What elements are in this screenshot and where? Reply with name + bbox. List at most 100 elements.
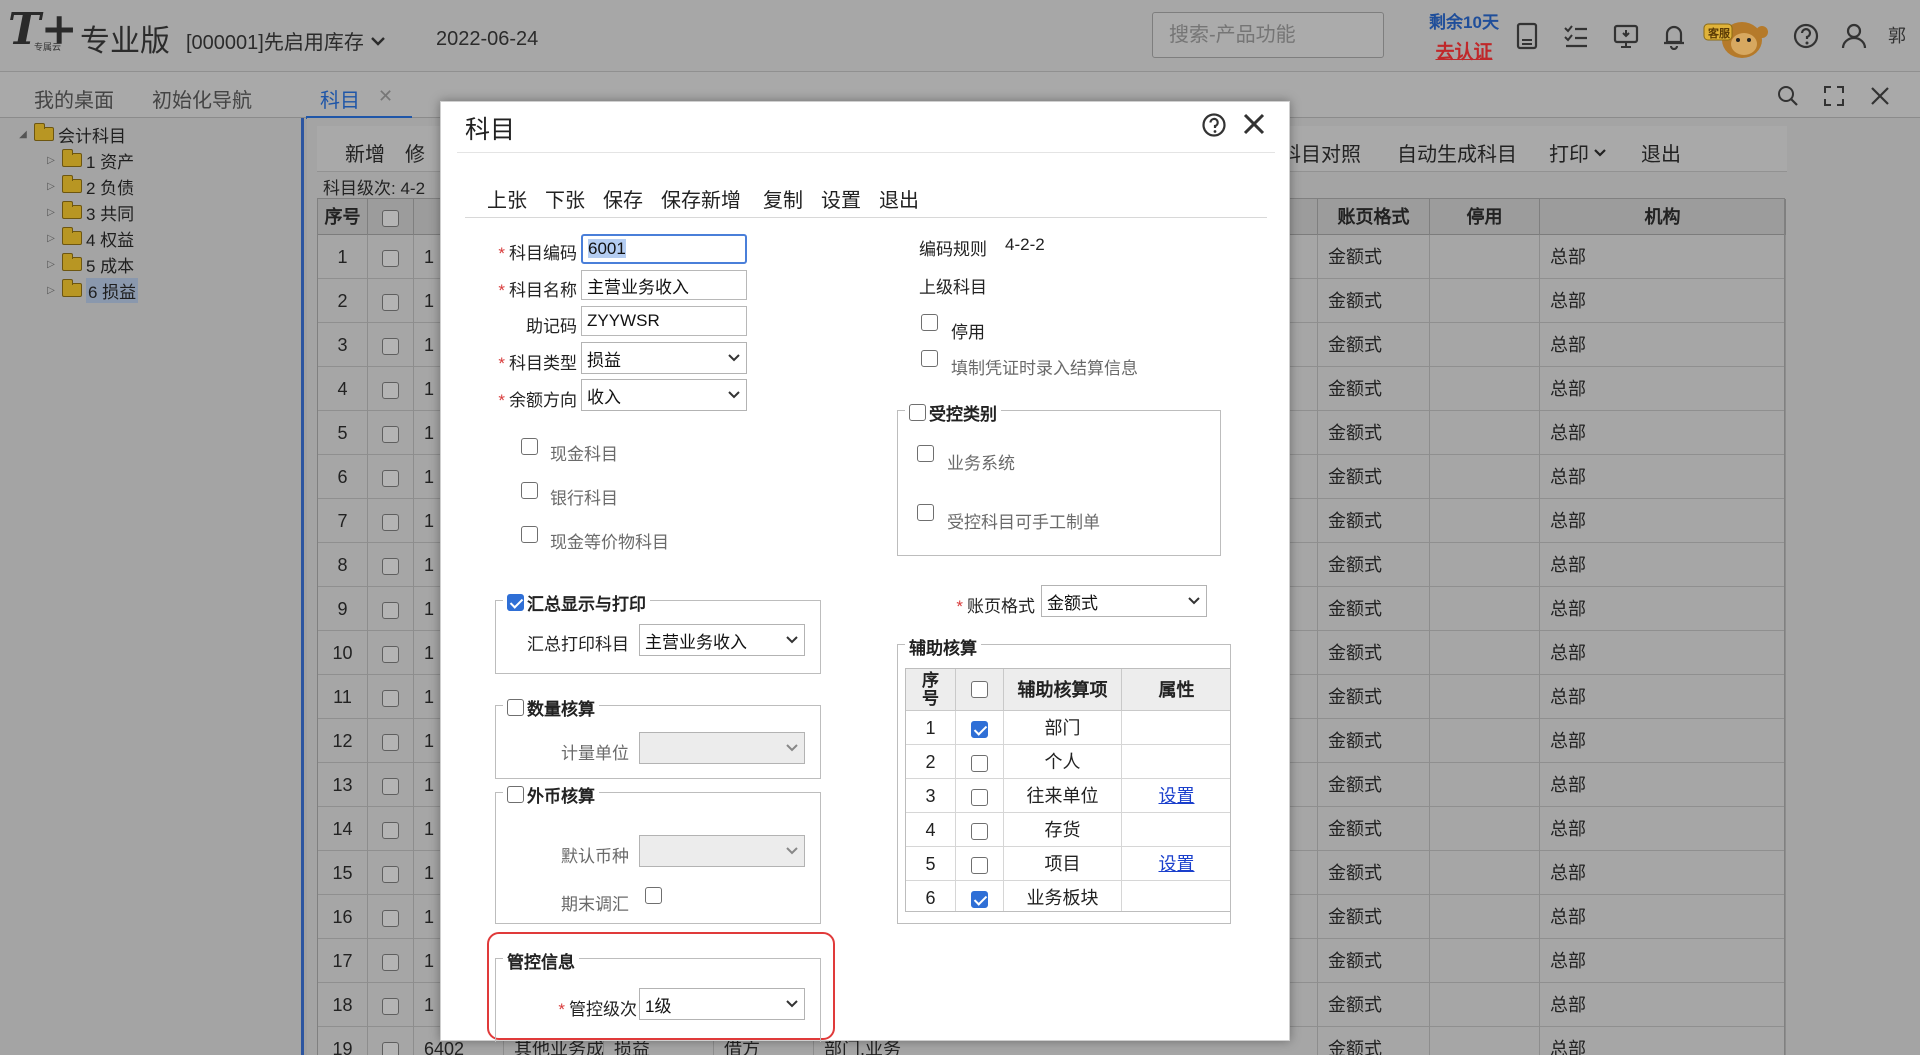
help-icon[interactable] bbox=[1201, 112, 1227, 138]
account-selector[interactable]: [000001]先启用库存 bbox=[186, 26, 386, 55]
aux-select-all-checkbox[interactable] bbox=[971, 681, 988, 698]
collapse-triangle-icon[interactable]: ▷ bbox=[44, 155, 58, 166]
settings-button[interactable]: 设置 bbox=[821, 184, 861, 213]
balance-select[interactable]: 收入 bbox=[581, 379, 747, 411]
currency-select[interactable] bbox=[639, 835, 805, 867]
row-select-checkbox[interactable] bbox=[382, 733, 399, 751]
save-button[interactable]: 保存 bbox=[603, 184, 643, 213]
auto-generate-button[interactable]: 自动生成科目 bbox=[1397, 138, 1517, 167]
row-select-checkbox[interactable] bbox=[382, 557, 399, 575]
name-input[interactable] bbox=[581, 270, 747, 300]
row-select-checkbox[interactable] bbox=[382, 1041, 399, 1055]
tree-item[interactable]: ▷ 1 资产 bbox=[44, 148, 134, 172]
mnemonic-input[interactable] bbox=[581, 306, 747, 336]
aux-item-checkbox[interactable] bbox=[971, 754, 988, 772]
add-button[interactable]: 新增 bbox=[345, 138, 385, 167]
bank-account-checkbox[interactable] bbox=[521, 482, 538, 499]
col-header-ledger-format[interactable]: 账页格式 bbox=[1318, 199, 1430, 235]
aux-row-check[interactable] bbox=[956, 745, 1004, 779]
summary-print-select[interactable]: 主营业务收入 bbox=[639, 624, 805, 656]
save-new-button[interactable]: 保存新增 bbox=[661, 184, 741, 213]
aux-item-checkbox[interactable] bbox=[971, 720, 988, 738]
foreign-checkbox[interactable] bbox=[507, 786, 524, 803]
collapse-triangle-icon[interactable]: ▷ bbox=[44, 207, 58, 218]
tab-init-nav[interactable]: 初始化导航 bbox=[152, 84, 252, 113]
row-select-checkbox[interactable] bbox=[382, 381, 399, 399]
exit-button[interactable]: 退出 bbox=[1641, 138, 1681, 167]
row-select-checkbox[interactable] bbox=[382, 337, 399, 355]
ledger-format-select[interactable]: 金额式 bbox=[1041, 585, 1207, 617]
close-icon[interactable] bbox=[1241, 111, 1267, 137]
disable-checkbox[interactable] bbox=[921, 314, 938, 331]
certify-link[interactable]: 去认证 bbox=[1424, 37, 1504, 64]
aux-row-attr[interactable]: 设置 bbox=[1122, 779, 1230, 813]
collapse-triangle-icon[interactable]: ▷ bbox=[44, 233, 58, 244]
row-select-checkbox[interactable] bbox=[382, 469, 399, 487]
col-header-no[interactable]: 序号 bbox=[318, 199, 368, 235]
control-level-select[interactable]: 1级 bbox=[639, 988, 805, 1020]
row-select-checkbox[interactable] bbox=[382, 645, 399, 663]
aux-item-checkbox[interactable] bbox=[971, 890, 988, 908]
aux-item-checkbox[interactable] bbox=[971, 822, 988, 840]
account-mapping-button[interactable]: 科目对照 bbox=[1281, 138, 1361, 167]
aux-settings-link[interactable]: 设置 bbox=[1159, 786, 1195, 806]
cash-account-checkbox[interactable] bbox=[521, 438, 538, 455]
cash-equivalent-checkbox[interactable] bbox=[521, 526, 538, 543]
row-select-checkbox[interactable] bbox=[382, 689, 399, 707]
summary-checkbox[interactable] bbox=[507, 594, 524, 611]
row-select-checkbox[interactable] bbox=[382, 997, 399, 1015]
fullscreen-icon[interactable] bbox=[1822, 84, 1846, 108]
exit-button[interactable]: 退出 bbox=[879, 184, 919, 213]
manual-voucher-checkbox[interactable] bbox=[917, 504, 934, 521]
quantity-checkbox[interactable] bbox=[507, 699, 524, 716]
search-icon[interactable] bbox=[1776, 84, 1800, 108]
tree-item[interactable]: ▷ 4 权益 bbox=[44, 226, 134, 250]
tree-root[interactable]: ◢ 会计科目 bbox=[16, 122, 126, 146]
row-select-checkbox[interactable] bbox=[382, 425, 399, 443]
tree-item[interactable]: ▷ 2 负债 bbox=[44, 174, 134, 198]
checklist-icon[interactable] bbox=[1562, 22, 1590, 50]
customer-service-mascot[interactable]: 客服 bbox=[1702, 10, 1774, 62]
row-select-checkbox[interactable] bbox=[382, 953, 399, 971]
aux-row[interactable]: 2 个人 bbox=[906, 745, 1230, 779]
monitor-icon[interactable] bbox=[1612, 22, 1640, 50]
row-select-checkbox[interactable] bbox=[382, 821, 399, 839]
aux-item-checkbox[interactable] bbox=[971, 788, 988, 806]
aux-row-check[interactable] bbox=[956, 847, 1004, 881]
row-select-checkbox[interactable] bbox=[382, 249, 399, 267]
tab-close-icon[interactable]: ✕ bbox=[378, 86, 393, 107]
row-select-checkbox[interactable] bbox=[382, 777, 399, 795]
settle-info-checkbox[interactable] bbox=[921, 350, 938, 367]
tab-my-desktop[interactable]: 我的桌面 bbox=[34, 84, 114, 113]
select-all-checkbox[interactable] bbox=[382, 209, 399, 227]
collapse-triangle-icon[interactable]: ▷ bbox=[44, 285, 58, 296]
close-icon[interactable] bbox=[1868, 84, 1892, 108]
aux-row-check[interactable] bbox=[956, 779, 1004, 813]
col-header-org[interactable]: 机构 bbox=[1540, 199, 1786, 235]
aux-row[interactable]: 4 存货 bbox=[906, 813, 1230, 847]
collapse-triangle-icon[interactable]: ▷ bbox=[44, 259, 58, 270]
prev-button[interactable]: 上张 bbox=[487, 184, 527, 213]
aux-row-check[interactable] bbox=[956, 881, 1004, 911]
search-input[interactable] bbox=[1169, 23, 1434, 47]
tree-item[interactable]: ▷ 3 共同 bbox=[44, 200, 134, 224]
aux-row[interactable]: 5 项目 设置 bbox=[906, 847, 1230, 881]
user-icon[interactable] bbox=[1840, 22, 1868, 50]
row-select-checkbox[interactable] bbox=[382, 601, 399, 619]
bell-icon[interactable] bbox=[1660, 22, 1688, 50]
edit-button[interactable]: 修 bbox=[405, 138, 425, 167]
period-adjust-checkbox[interactable] bbox=[645, 887, 662, 904]
code-input[interactable]: 6001 bbox=[581, 234, 747, 264]
tree-item[interactable]: ▷ 5 成本 bbox=[44, 252, 134, 276]
tree-item-selected[interactable]: ▷ 6 损益 bbox=[44, 277, 139, 303]
row-select-checkbox[interactable] bbox=[382, 293, 399, 311]
row-select-checkbox[interactable] bbox=[382, 513, 399, 531]
print-dropdown[interactable]: 打印 bbox=[1549, 138, 1607, 167]
col-header-select[interactable] bbox=[368, 199, 414, 235]
document-icon[interactable] bbox=[1514, 22, 1540, 50]
row-select-checkbox[interactable] bbox=[382, 865, 399, 883]
aux-row-check[interactable] bbox=[956, 711, 1004, 745]
collapse-triangle-icon[interactable]: ▷ bbox=[44, 181, 58, 192]
next-button[interactable]: 下张 bbox=[545, 184, 585, 213]
business-system-checkbox[interactable] bbox=[917, 445, 934, 462]
